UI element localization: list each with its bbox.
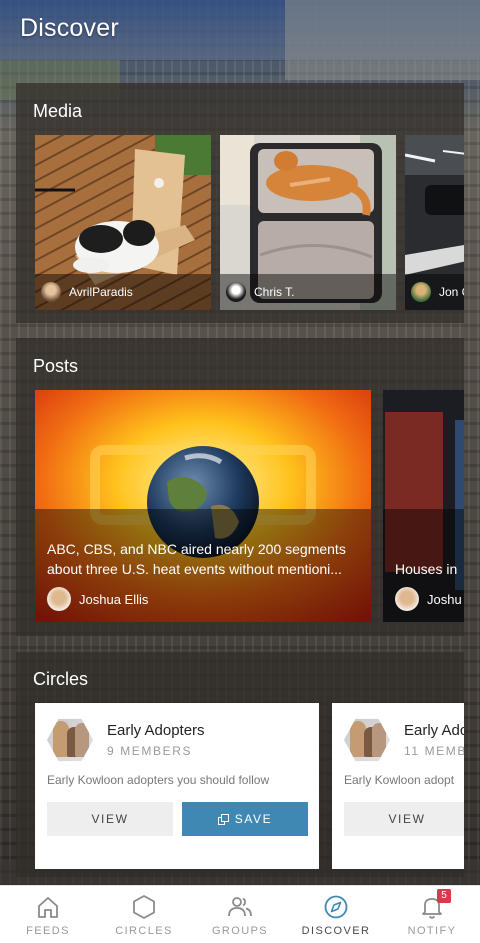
view-circle-button[interactable]: VIEW: [47, 802, 173, 836]
compass-icon: [324, 895, 348, 919]
circle-description: Early Kowloon adopt: [344, 773, 455, 787]
nav-discover[interactable]: DISCOVER: [288, 886, 384, 943]
media-section: Media AvrilParadis Chris T. Jon: [16, 83, 464, 323]
post-author: Joshua Ellis: [79, 591, 149, 607]
nav-label: CIRCLES: [115, 925, 173, 937]
media-section-title: Media: [33, 101, 83, 121]
nav-label: GROUPS: [211, 925, 269, 937]
nav-groups[interactable]: GROUPS: [192, 886, 288, 943]
circles-section: Circles Early Adopters 9 MEMBERS Early K…: [16, 652, 464, 877]
circles-section-title: Circles: [33, 669, 89, 689]
circle-card[interactable]: Early Adopters 9 MEMBERS Early Kowloon a…: [35, 703, 319, 869]
nav-notify[interactable]: 5 NOTIFY: [384, 886, 480, 943]
circle-name: Early Adc: [404, 722, 464, 739]
media-card-footer: Chris T.: [220, 274, 396, 310]
bottom-nav: FEEDS CIRCLES GROUPS DISCOVER 5 NOTIFY: [0, 885, 480, 943]
avatar: [395, 587, 419, 611]
media-card-footer: AvrilParadis: [35, 274, 211, 310]
hexagon-icon: [133, 895, 155, 919]
circle-description: Early Kowloon adopters you should follow: [47, 773, 270, 787]
circle-member-count: 11 MEMB: [404, 744, 464, 758]
posts-section: Posts ABC, CBS, and NBC aired nearly 200…: [16, 338, 464, 636]
avatar: [41, 282, 61, 302]
circles-carousel[interactable]: Early Adopters 9 MEMBERS Early Kowloon a…: [35, 703, 464, 869]
circle-card[interactable]: Early Adc 11 MEMB Early Kowloon adopt VI…: [332, 703, 464, 869]
copy-icon: [217, 813, 229, 825]
posts-carousel[interactable]: ABC, CBS, and NBC aired nearly 200 segme…: [35, 390, 464, 622]
people-icon: [228, 897, 252, 917]
post-headline: Houses in: [395, 561, 458, 577]
post-author-row: Joshu: [395, 587, 462, 611]
nav-label: DISCOVER: [301, 925, 371, 937]
nav-label: NOTIFY: [407, 925, 457, 937]
nav-feeds[interactable]: FEEDS: [0, 886, 96, 943]
media-author: Jon C: [439, 285, 464, 299]
post-headline: ABC, CBS, and NBC aired nearly 200 segme…: [47, 541, 346, 577]
home-icon: [38, 897, 58, 918]
circle-avatar: [47, 718, 93, 762]
post-card[interactable]: Houses in Joshu: [383, 390, 464, 622]
media-card[interactable]: AvrilParadis: [35, 135, 211, 310]
notification-badge: 5: [437, 889, 451, 903]
page-title: Discover: [20, 14, 119, 42]
post-author-row: Joshua Ellis: [47, 587, 148, 611]
avatar: [226, 282, 246, 302]
media-card[interactable]: Jon C: [405, 135, 464, 310]
avatar: [411, 282, 431, 302]
nav-label: FEEDS: [26, 925, 70, 937]
avatar: [47, 587, 71, 611]
nav-circles[interactable]: CIRCLES: [96, 886, 192, 943]
view-circle-button[interactable]: VIEW: [344, 802, 464, 836]
media-carousel[interactable]: AvrilParadis Chris T. Jon: [35, 135, 464, 310]
media-card-footer: Jon C: [405, 274, 464, 310]
post-author: Joshu: [427, 591, 462, 607]
post-card[interactable]: ABC, CBS, and NBC aired nearly 200 segme…: [35, 390, 371, 622]
posts-section-title: Posts: [33, 356, 79, 376]
media-card[interactable]: Chris T.: [220, 135, 396, 310]
circle-avatar: [344, 718, 390, 762]
save-button-label: SAVE: [234, 812, 273, 826]
circle-member-count: 9 MEMBERS: [107, 744, 193, 758]
media-author: Chris T.: [254, 285, 295, 299]
circle-name: Early Adopters: [107, 722, 205, 739]
save-circle-button[interactable]: SAVE: [182, 802, 308, 836]
media-author: AvrilParadis: [69, 285, 133, 299]
